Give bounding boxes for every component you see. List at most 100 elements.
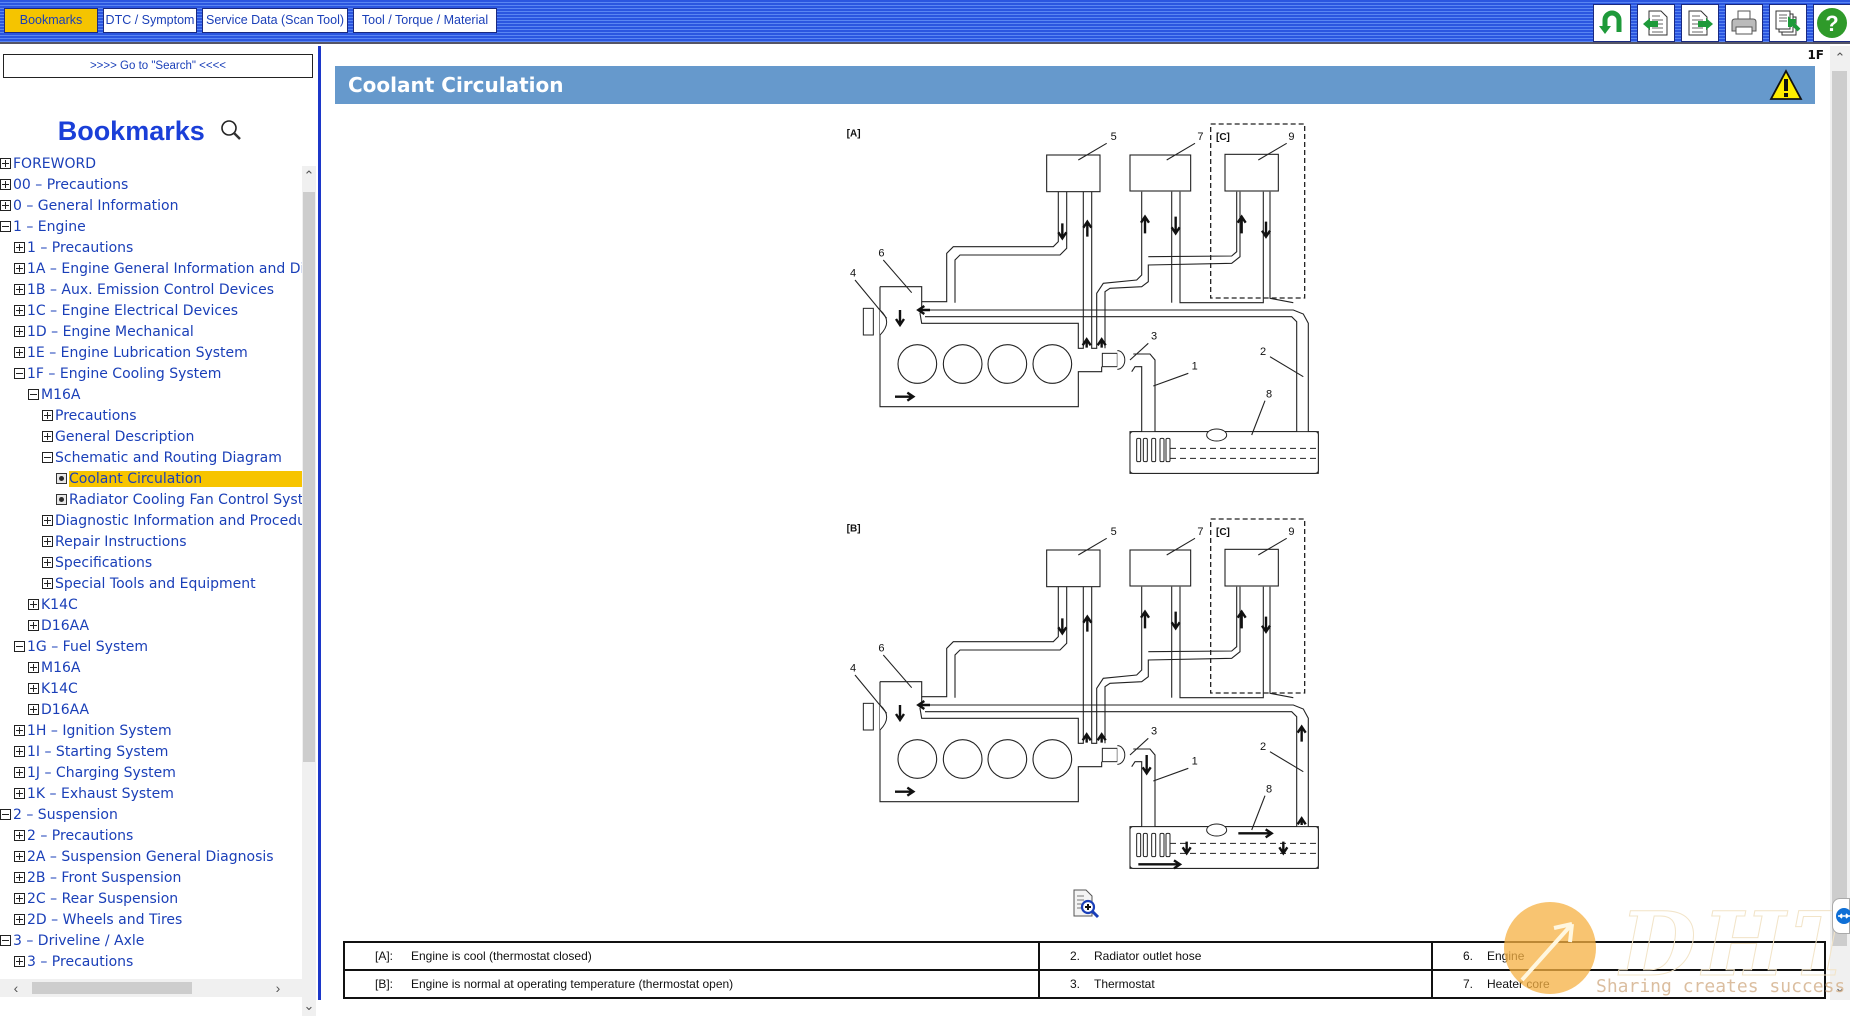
tree-item[interactable]: 1G – Fuel System (14, 637, 148, 657)
tree-item[interactable]: 00 – Precautions (0, 175, 128, 195)
tab-dtc-symptom[interactable]: DTC / Symptom (103, 8, 197, 33)
collapse-icon[interactable] (14, 368, 25, 379)
collapse-icon[interactable] (0, 221, 11, 232)
expand-icon[interactable] (14, 830, 25, 841)
tree-item[interactable]: M16A (28, 658, 80, 678)
tree-item[interactable]: 2B – Front Suspension (14, 868, 181, 888)
tree-item[interactable]: Precautions (42, 406, 137, 426)
tree-item[interactable]: D16AA (28, 700, 89, 720)
help-button[interactable]: ? (1813, 4, 1850, 42)
tree-item[interactable]: 2 – Precautions (14, 826, 133, 846)
expand-icon[interactable] (14, 788, 25, 799)
collapse-icon[interactable] (0, 935, 11, 946)
expand-icon[interactable] (0, 179, 11, 190)
expand-icon[interactable] (14, 893, 25, 904)
tree-item[interactable]: 1D – Engine Mechanical (14, 322, 194, 342)
expand-icon[interactable] (42, 536, 53, 547)
scroll-thumb[interactable] (1832, 71, 1847, 946)
tree-item[interactable]: Repair Instructions (42, 532, 187, 552)
print-button[interactable] (1725, 4, 1763, 42)
scroll-up-arrow[interactable]: ⌃ (302, 168, 316, 184)
expand-icon[interactable] (14, 851, 25, 862)
tab-service-data[interactable]: Service Data (Scan Tool) (202, 8, 348, 33)
scroll-down-arrow[interactable]: ⌄ (1830, 978, 1850, 998)
tree-item[interactable]: M16A (28, 385, 80, 405)
tree-item[interactable]: K14C (28, 679, 78, 699)
content-vertical-scrollbar[interactable]: ⌃ ⌄ (1830, 46, 1850, 1000)
expand-icon[interactable] (0, 158, 11, 169)
tree-item[interactable]: 1 – Precautions (14, 238, 133, 258)
tree-item[interactable]: FOREWORD (0, 154, 96, 174)
expand-icon[interactable] (28, 683, 39, 694)
expand-icon[interactable] (14, 284, 25, 295)
tree-item[interactable]: Schematic and Routing Diagram (42, 448, 282, 468)
search-icon[interactable] (220, 117, 242, 148)
back-button[interactable] (1593, 4, 1631, 42)
expand-icon[interactable] (42, 578, 53, 589)
collapse-icon[interactable] (14, 641, 25, 652)
tree-item[interactable]: 1E – Engine Lubrication System (14, 343, 248, 363)
collapse-icon[interactable] (42, 452, 53, 463)
copy-pages-button[interactable] (1769, 4, 1807, 42)
tab-bookmarks[interactable]: Bookmarks (4, 8, 98, 33)
expand-icon[interactable] (14, 956, 25, 967)
scroll-left-arrow[interactable]: ‹ (8, 979, 24, 997)
expand-icon[interactable] (14, 914, 25, 925)
goto-search-button[interactable]: >>>> Go to "Search" <<<< (3, 54, 313, 78)
tree-item[interactable]: D16AA (28, 616, 89, 636)
expand-icon[interactable] (28, 620, 39, 631)
tree-item[interactable]: 2D – Wheels and Tires (14, 910, 182, 930)
scroll-thumb[interactable] (32, 982, 192, 994)
sidebar-vertical-scrollbar[interactable]: ⌃ ⌄ (302, 166, 316, 1016)
tree-item[interactable]: 1A – Engine General Information and Diag… (14, 259, 302, 279)
tree-item[interactable]: Diagnostic Information and Procedures (42, 511, 302, 531)
tree-item[interactable]: 1K – Exhaust System (14, 784, 174, 804)
expand-icon[interactable] (14, 326, 25, 337)
expand-icon[interactable] (14, 872, 25, 883)
scroll-down-arrow[interactable]: ⌄ (302, 998, 316, 1014)
tree-item[interactable]: 1B – Aux. Emission Control Devices (14, 280, 274, 300)
tree-item[interactable]: 1F – Engine Cooling System (14, 364, 221, 384)
expand-icon[interactable] (14, 746, 25, 757)
tree-item[interactable]: Specifications (42, 553, 152, 573)
tree-item[interactable]: Coolant Circulation (56, 469, 302, 489)
scroll-up-arrow[interactable]: ⌃ (1830, 48, 1850, 68)
sidebar-horizontal-scrollbar[interactable]: ‹ › (0, 979, 302, 997)
tree-item[interactable]: Radiator Cooling Fan Control System (56, 490, 302, 510)
expand-icon[interactable] (42, 557, 53, 568)
expand-icon[interactable] (14, 347, 25, 358)
scroll-right-arrow[interactable]: › (270, 979, 286, 997)
remote-support-tab[interactable] (1832, 898, 1850, 934)
expand-icon[interactable] (28, 662, 39, 673)
scroll-thumb[interactable] (303, 192, 315, 762)
warning-icon[interactable] (1769, 69, 1803, 106)
tree-item[interactable]: 2A – Suspension General Diagnosis (14, 847, 274, 867)
expand-icon[interactable] (42, 431, 53, 442)
document-icon[interactable] (56, 473, 67, 484)
enlarge-figure-button[interactable] (1070, 888, 1102, 925)
tree-item[interactable]: 2C – Rear Suspension (14, 889, 178, 909)
tree-item[interactable]: 1H – Ignition System (14, 721, 172, 741)
tree-item[interactable]: 3A – Drive Shaft / Axle (14, 973, 184, 976)
expand-icon[interactable] (14, 305, 25, 316)
tab-tool-torque-material[interactable]: Tool / Torque / Material (353, 8, 497, 33)
tree-item[interactable]: 1C – Engine Electrical Devices (14, 301, 238, 321)
expand-icon[interactable] (28, 599, 39, 610)
tree-item[interactable]: 2 – Suspension (0, 805, 118, 825)
splitter[interactable] (318, 46, 321, 1000)
expand-icon[interactable] (14, 767, 25, 778)
expand-icon[interactable] (42, 410, 53, 421)
tree-item[interactable]: Special Tools and Equipment (42, 574, 256, 594)
tree-item[interactable]: 0 – General Information (0, 196, 178, 216)
next-page-button[interactable] (1681, 4, 1719, 42)
collapse-icon[interactable] (28, 389, 39, 400)
tree-item[interactable]: 3 – Precautions (14, 952, 133, 972)
tree-item[interactable]: 1 – Engine (0, 217, 86, 237)
document-icon[interactable] (56, 494, 67, 505)
previous-page-button[interactable] (1637, 4, 1675, 42)
expand-icon[interactable] (14, 242, 25, 253)
expand-icon[interactable] (28, 704, 39, 715)
tree-item[interactable]: 1I – Starting System (14, 742, 168, 762)
expand-icon[interactable] (0, 200, 11, 211)
collapse-icon[interactable] (0, 809, 11, 820)
